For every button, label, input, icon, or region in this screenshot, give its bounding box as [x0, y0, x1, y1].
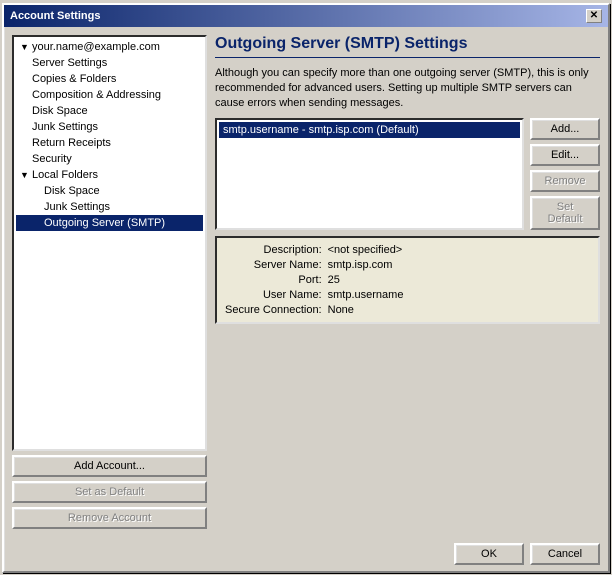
security-label: Security: [32, 153, 72, 165]
smtp-list-area: smtp.username - smtp.isp.com (Default) A…: [215, 118, 600, 230]
server-settings-label: Server Settings: [32, 57, 107, 69]
user-name-value: smtp.username: [328, 289, 590, 301]
title-bar: Account Settings ✕: [4, 5, 608, 27]
panel-title: Outgoing Server (SMTP) Settings: [215, 35, 600, 58]
remove-account-button[interactable]: Remove Account: [12, 507, 207, 529]
description-value: <not specified>: [328, 244, 590, 256]
right-panel: Outgoing Server (SMTP) Settings Although…: [215, 35, 600, 529]
smtp-details-box: Description: <not specified> Server Name…: [215, 236, 600, 324]
close-button[interactable]: ✕: [586, 9, 602, 23]
window-title: Account Settings: [10, 10, 100, 22]
local-folders-label: Local Folders: [32, 169, 98, 181]
port-value: 25: [328, 274, 590, 286]
secure-conn-value: None: [328, 304, 590, 316]
tree-account-root[interactable]: ▼ your.name@example.com: [16, 39, 203, 55]
sidebar-item-disk-space[interactable]: Disk Space: [16, 103, 203, 119]
user-name-label: User Name:: [225, 289, 322, 301]
sidebar-item-local-junk[interactable]: Junk Settings: [16, 199, 203, 215]
server-name-label: Server Name:: [225, 259, 322, 271]
smtp-listbox[interactable]: smtp.username - smtp.isp.com (Default): [215, 118, 524, 230]
sidebar-item-server-settings[interactable]: Server Settings: [16, 55, 203, 71]
copies-folders-label: Copies & Folders: [32, 73, 116, 85]
sidebar-item-return-receipts[interactable]: Return Receipts: [16, 135, 203, 151]
sidebar-item-local-disk-space[interactable]: Disk Space: [16, 183, 203, 199]
set-as-default-button[interactable]: Set as Default: [12, 481, 207, 503]
sidebar-item-composition[interactable]: Composition & Addressing: [16, 87, 203, 103]
left-panel: ▼ your.name@example.com Server Settings …: [12, 35, 207, 529]
account-settings-window: Account Settings ✕ ▼ your.name@example.c…: [2, 3, 610, 573]
sidebar-item-junk-settings[interactable]: Junk Settings: [16, 119, 203, 135]
composition-label: Composition & Addressing: [32, 89, 161, 101]
set-default-smtp-button[interactable]: Set Default: [530, 196, 600, 230]
remove-smtp-button[interactable]: Remove: [530, 170, 600, 192]
expand-icon: ▼: [20, 42, 30, 52]
description-text: Although you can specify more than one o…: [215, 66, 600, 112]
content-area: ▼ your.name@example.com Server Settings …: [4, 27, 608, 537]
return-receipts-label: Return Receipts: [32, 137, 111, 149]
sidebar-item-outgoing-smtp[interactable]: Outgoing Server (SMTP): [16, 215, 203, 231]
port-label: Port:: [225, 274, 322, 286]
outgoing-smtp-label: Outgoing Server (SMTP): [44, 217, 165, 229]
smtp-list-item[interactable]: smtp.username - smtp.isp.com (Default): [219, 122, 520, 138]
cancel-button[interactable]: Cancel: [530, 543, 600, 565]
account-tree[interactable]: ▼ your.name@example.com Server Settings …: [12, 35, 207, 451]
left-button-group: Add Account... Set as Default Remove Acc…: [12, 455, 207, 529]
smtp-side-buttons: Add... Edit... Remove Set Default: [530, 118, 600, 230]
edit-smtp-button[interactable]: Edit...: [530, 144, 600, 166]
sidebar-item-copies-folders[interactable]: Copies & Folders: [16, 71, 203, 87]
description-label: Description:: [225, 244, 322, 256]
expand-icon-local: ▼: [20, 170, 30, 180]
add-smtp-button[interactable]: Add...: [530, 118, 600, 140]
ok-button[interactable]: OK: [454, 543, 524, 565]
add-account-button[interactable]: Add Account...: [12, 455, 207, 477]
junk-settings-label: Junk Settings: [32, 121, 98, 133]
tree-local-folders-root[interactable]: ▼ Local Folders: [16, 167, 203, 183]
disk-space-label: Disk Space: [32, 105, 88, 117]
footer-buttons: OK Cancel: [4, 537, 608, 571]
local-disk-space-label: Disk Space: [44, 185, 100, 197]
local-junk-label: Junk Settings: [44, 201, 110, 213]
account-label: your.name@example.com: [32, 41, 160, 53]
sidebar-item-security[interactable]: Security: [16, 151, 203, 167]
server-name-value: smtp.isp.com: [328, 259, 590, 271]
secure-conn-label: Secure Connection:: [225, 304, 322, 316]
